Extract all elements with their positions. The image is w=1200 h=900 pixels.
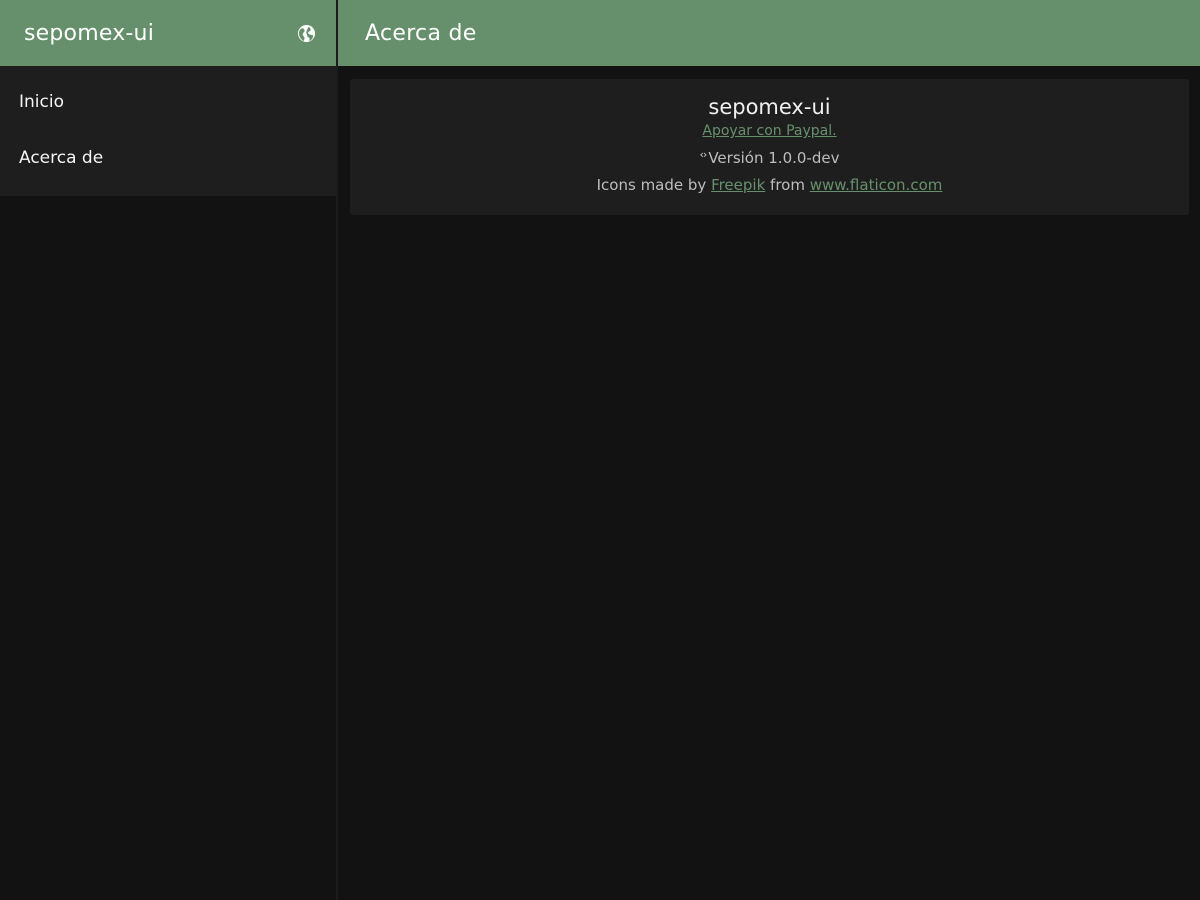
credits-prefix: Icons made by bbox=[596, 176, 712, 194]
sidebar-header: sepomex-ui bbox=[0, 0, 336, 66]
globe-icon[interactable] bbox=[296, 23, 316, 43]
sidebar-item-acerca-de[interactable]: Acerca de bbox=[0, 130, 336, 186]
page-title: Acerca de bbox=[365, 20, 477, 46]
app-title: sepomex-ui bbox=[24, 20, 155, 46]
freepik-link[interactable]: Freepik bbox=[711, 176, 765, 194]
app-window: sepomex-ui Inicio Acerca de Acerca de se… bbox=[0, 0, 1200, 900]
version-text: Versión 1.0.0-dev bbox=[708, 149, 840, 167]
paypal-support-link[interactable]: Apoyar con Paypal. bbox=[702, 122, 836, 140]
flaticon-link[interactable]: www.flaticon.com bbox=[810, 176, 943, 194]
credits-row: Icons made by Freepik from www.flaticon.… bbox=[597, 176, 943, 194]
credits-middle: from bbox=[765, 176, 810, 194]
about-app-name: sepomex-ui bbox=[708, 95, 831, 119]
version-row: ‹› Versión 1.0.0-dev bbox=[699, 148, 840, 167]
sidebar: sepomex-ui Inicio Acerca de bbox=[0, 0, 336, 900]
code-icon: ‹› bbox=[699, 148, 708, 161]
main-panel: Acerca de sepomex-ui Apoyar con Paypal. … bbox=[338, 0, 1200, 900]
top-app-bar: Acerca de bbox=[338, 0, 1200, 66]
sidebar-item-inicio[interactable]: Inicio bbox=[0, 74, 336, 130]
sidebar-nav: Inicio Acerca de bbox=[0, 66, 336, 196]
about-card: sepomex-ui Apoyar con Paypal. ‹› Versión… bbox=[350, 79, 1189, 215]
